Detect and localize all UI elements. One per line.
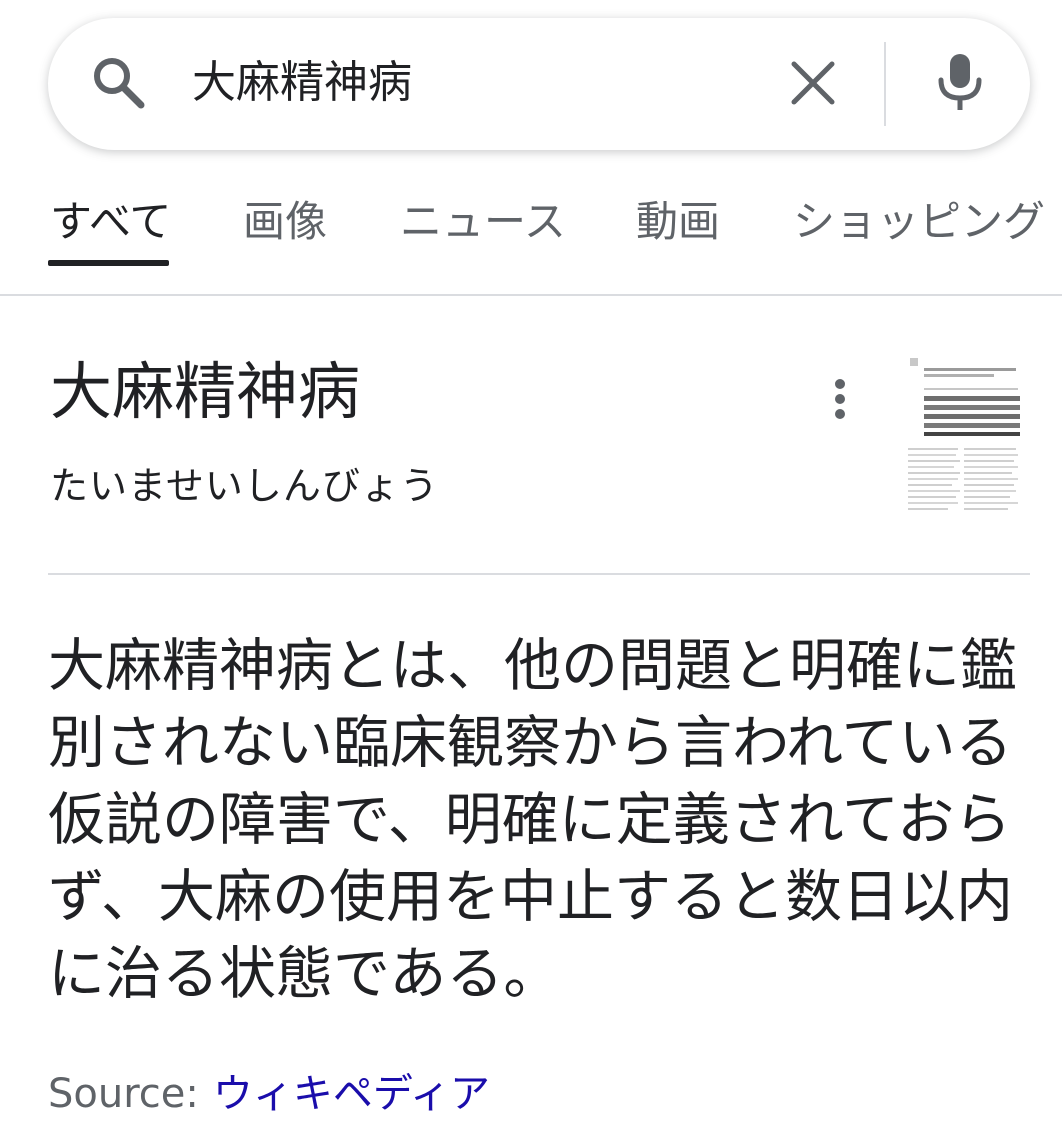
card-divider bbox=[48, 573, 1030, 575]
knowledge-panel-reading: たいませいしんびょう bbox=[50, 464, 439, 508]
source-link[interactable]: ウィキペディア bbox=[213, 1071, 490, 1117]
knowledge-panel-title: 大麻精神病 bbox=[50, 355, 361, 428]
active-tab-indicator bbox=[48, 260, 169, 266]
search-input[interactable]: 大麻精神病 bbox=[192, 55, 412, 111]
tab-videos[interactable]: 動画 bbox=[636, 196, 720, 248]
tabs-divider bbox=[0, 294, 1062, 296]
document-thumbnail[interactable] bbox=[900, 352, 1022, 528]
microphone-icon[interactable] bbox=[932, 50, 988, 116]
source-attribution: Source: ウィキペディア bbox=[48, 1068, 490, 1120]
tab-shopping[interactable]: ショッピング bbox=[793, 196, 1045, 248]
tab-all[interactable]: すべて bbox=[50, 196, 171, 248]
close-icon[interactable] bbox=[786, 56, 840, 110]
search-icon bbox=[88, 52, 148, 112]
search-bar-divider bbox=[884, 42, 886, 126]
knowledge-panel-description: 大麻精神病とは、他の問題と明確に鑑別されない臨床観察から言われている仮説の障害で… bbox=[48, 633, 1017, 1007]
more-vert-icon[interactable] bbox=[826, 378, 854, 420]
tab-news[interactable]: ニュース bbox=[400, 196, 566, 248]
tab-images[interactable]: 画像 bbox=[243, 196, 327, 248]
source-label: Source: bbox=[48, 1071, 199, 1117]
